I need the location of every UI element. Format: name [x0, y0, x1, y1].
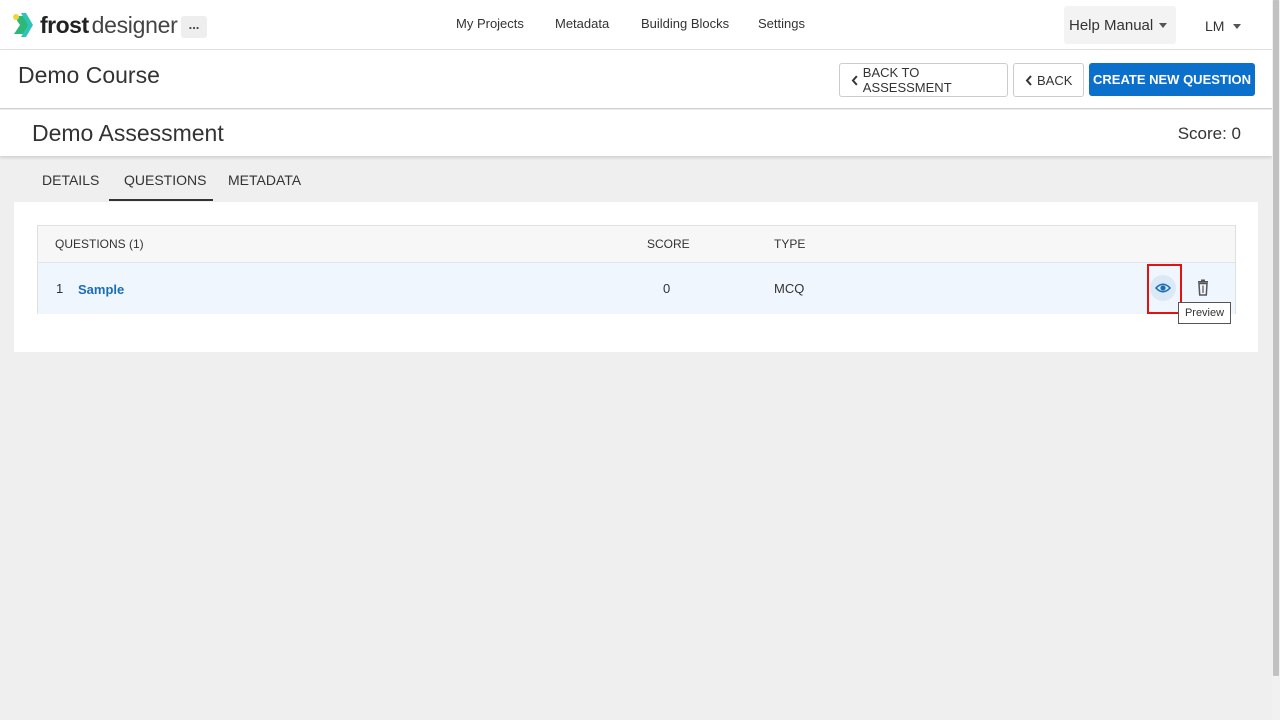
logo-text-designer: designer — [91, 11, 178, 38]
nav-building-blocks[interactable]: Building Blocks — [641, 16, 729, 31]
back-button[interactable]: BACK — [1013, 63, 1084, 97]
frost-designer-logo[interactable]: frost designer — [12, 10, 178, 40]
help-manual-label: Help Manual — [1069, 17, 1154, 34]
caret-down-icon — [1159, 22, 1168, 28]
frost-arrow-icon — [13, 13, 33, 37]
delete-button[interactable] — [1193, 279, 1213, 297]
course-header: Demo Course BACK TO ASSESSMENT BACK CREA… — [0, 50, 1272, 109]
help-manual-dropdown[interactable]: Help Manual — [1064, 6, 1176, 44]
tab-metadata[interactable]: METADATA — [228, 172, 301, 188]
header-questions: QUESTIONS (1) — [55, 237, 144, 251]
table-header: QUESTIONS (1) SCORE TYPE — [38, 226, 1235, 263]
chevron-left-icon — [1025, 74, 1032, 86]
chevron-left-icon — [851, 74, 858, 86]
assessment-title: Demo Assessment — [32, 120, 224, 146]
question-name-link[interactable]: Sample — [78, 282, 124, 297]
nav-my-projects[interactable]: My Projects — [456, 16, 524, 31]
header-type: TYPE — [774, 237, 806, 251]
table-row[interactable]: 1 Sample 0 MCQ — [38, 263, 1235, 314]
question-score: 0 — [663, 281, 671, 296]
active-tab-indicator — [109, 199, 213, 201]
user-menu[interactable]: LM — [1205, 18, 1242, 34]
user-initials: LM — [1205, 18, 1225, 34]
logo-text-frost: frost — [40, 11, 89, 38]
annotation-highlight-box — [1147, 264, 1182, 314]
trash-icon — [1198, 279, 1208, 296]
tab-questions[interactable]: QUESTIONS — [124, 172, 206, 188]
assessment-score: Score: 0 — [1177, 124, 1241, 143]
assessment-header: Demo Assessment Score: 0 — [0, 110, 1272, 156]
back-to-assessment-label: BACK TO ASSESSMENT — [862, 65, 952, 95]
question-index: 1 — [56, 281, 64, 296]
question-type: MCQ — [774, 281, 805, 296]
tab-details[interactable]: DETAILS — [42, 172, 99, 188]
back-label: BACK — [1037, 72, 1073, 88]
preview-tooltip: Preview — [1178, 302, 1231, 324]
nav-metadata[interactable]: Metadata — [555, 16, 609, 31]
caret-down-icon — [1233, 23, 1242, 29]
questions-table: QUESTIONS (1) SCORE TYPE 1 Sample 0 MCQ — [37, 225, 1236, 314]
nav-settings[interactable]: Settings — [758, 16, 805, 31]
back-to-assessment-button[interactable]: BACK TO ASSESSMENT — [839, 63, 1008, 97]
scrollbar-thumb[interactable] — [1273, 0, 1279, 676]
more-options-button[interactable]: ... — [181, 16, 207, 38]
top-navigation-bar: frost designer ... My Projects Metadata … — [0, 0, 1272, 50]
course-title: Demo Course — [18, 62, 160, 88]
page-scrollbar[interactable] — [1272, 0, 1280, 720]
header-score: SCORE — [647, 237, 690, 251]
create-new-question-button[interactable]: CREATE NEW QUESTION — [1089, 63, 1255, 96]
